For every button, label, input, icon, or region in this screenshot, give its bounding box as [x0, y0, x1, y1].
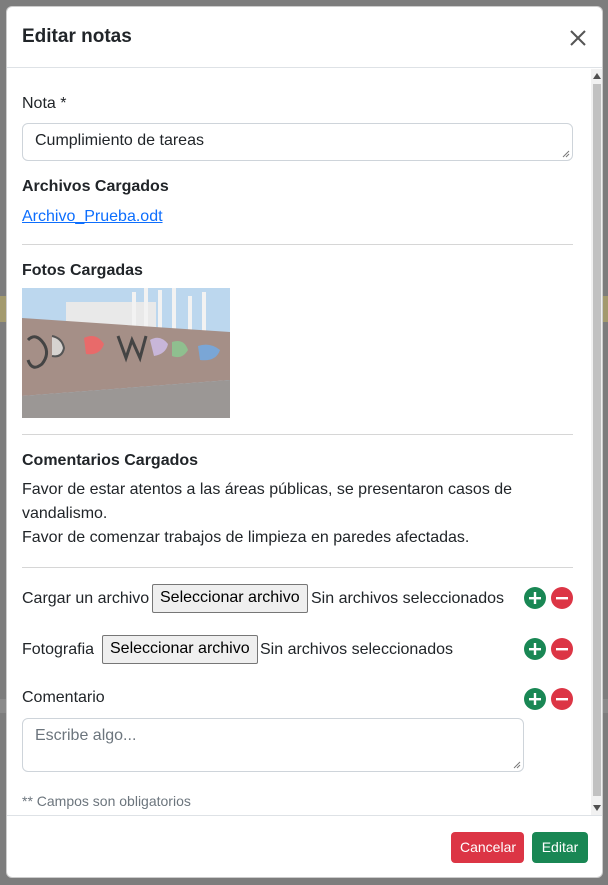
resize-handle-icon[interactable] [562, 150, 570, 158]
cancel-button[interactable]: Cancelar [451, 832, 524, 863]
select-photo-button[interactable]: Seleccionar archivo [102, 635, 258, 664]
required-fields-note: ** Campos son obligatorios [22, 793, 191, 809]
modal-body: Nota * Cumplimiento de tareas Archivos C… [7, 69, 592, 815]
divider [22, 244, 573, 245]
archivos-heading: Archivos Cargados [22, 178, 169, 195]
resize-handle-icon[interactable] [513, 761, 521, 769]
fotos-heading: Fotos Cargadas [22, 262, 143, 279]
minus-circle-icon[interactable] [551, 688, 573, 710]
comentarios-heading: Comentarios Cargados [22, 452, 199, 469]
modal-header: Editar notas [7, 7, 602, 68]
scroll-down-icon[interactable] [593, 805, 601, 811]
comentario-placeholder: Escribe algo... [35, 727, 137, 744]
comentario-label: Comentario [22, 689, 105, 706]
nota-value: Cumplimiento de tareas [35, 132, 204, 149]
upload-file-label: Cargar un archivo [22, 590, 150, 607]
upload-photo-status: Sin archivos seleccionados [260, 641, 453, 658]
comentario-textarea[interactable]: Escribe algo... [22, 718, 524, 772]
plus-circle-icon[interactable] [524, 587, 546, 609]
close-icon[interactable] [565, 25, 591, 51]
minus-circle-icon[interactable] [551, 638, 573, 660]
nota-label: Nota * [22, 95, 67, 112]
comment-item: Favor de comenzar trabajos de limpieza e… [22, 529, 470, 546]
file-link[interactable]: Archivo_Prueba.odt [22, 208, 163, 226]
scrollbar-thumb[interactable] [593, 84, 601, 796]
divider [22, 567, 573, 568]
edit-button[interactable]: Editar [532, 832, 588, 863]
scroll-up-icon[interactable] [593, 73, 601, 79]
comments-list: Favor de estar atentos a las áreas públi… [22, 478, 573, 550]
edit-notes-modal: Editar notas Nota * Cumplimiento de tare… [6, 6, 603, 878]
comment-item: Favor de estar atentos a las áreas públi… [22, 481, 513, 522]
minus-circle-icon[interactable] [551, 587, 573, 609]
vertical-scrollbar[interactable] [591, 69, 602, 815]
modal-title: Editar notas [22, 26, 132, 47]
plus-circle-icon[interactable] [524, 688, 546, 710]
upload-file-status: Sin archivos seleccionados [311, 590, 504, 607]
divider [22, 434, 573, 435]
nota-textarea[interactable]: Cumplimiento de tareas [22, 123, 573, 161]
modal-footer: Cancelar Editar [7, 815, 602, 877]
upload-photo-label: Fotografia [22, 641, 95, 658]
plus-circle-icon[interactable] [524, 638, 546, 660]
select-file-button[interactable]: Seleccionar archivo [152, 584, 308, 613]
graffiti-wall-photo[interactable] [22, 288, 230, 418]
